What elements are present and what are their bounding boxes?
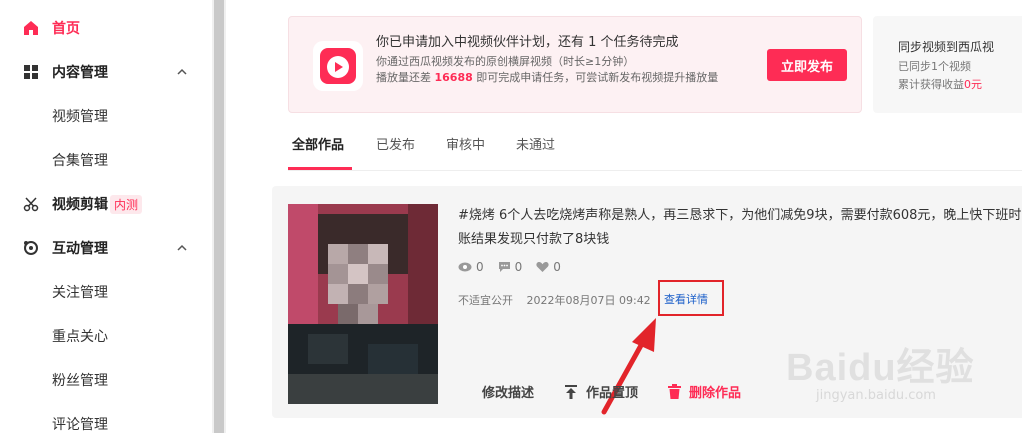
sidebar-item-label: 合集管理 <box>52 153 108 169</box>
nav-home[interactable]: 首页 <box>0 6 212 50</box>
tab-rejected[interactable]: 未通过 <box>516 134 555 153</box>
interaction-icon <box>22 239 40 257</box>
sidebar-item-follow-management[interactable]: 关注管理 <box>0 270 212 314</box>
views-stat: 0 <box>458 260 484 274</box>
tab-published[interactable]: 已发布 <box>376 134 415 153</box>
sync-title: 同步视频到西瓜视 <box>898 40 995 54</box>
nav-home-label: 首页 <box>52 21 80 37</box>
earnings-label: 累计获得收益 <box>898 78 964 91</box>
pin-top-icon <box>565 384 578 399</box>
nav-content-label: 内容管理 <box>52 65 108 81</box>
comment-icon <box>498 262 510 272</box>
video-actions: 修改描述 作品置顶 删除作品 <box>482 382 771 401</box>
scissors-icon <box>22 195 40 213</box>
tabs-divider <box>288 170 1022 171</box>
beta-badge: 内测 <box>110 194 143 214</box>
sidebar-item-fans-management[interactable]: 粉丝管理 <box>0 358 212 402</box>
sidebar-item-comment-management[interactable]: 评论管理 <box>0 402 212 433</box>
banner-description: 你通过西瓜视频发布的原创横屏视频（时长≥1分钟） <box>376 55 635 68</box>
pin-work-button[interactable]: 作品置顶 <box>564 382 638 401</box>
home-icon <box>22 19 40 37</box>
sidebar-item-label: 重点关心 <box>52 329 108 345</box>
baidu-jingyan-watermark: Baidu经验 jingyan.baidu.com <box>786 336 975 403</box>
delete-work-button[interactable]: 删除作品 <box>668 382 741 401</box>
visibility-status: 不适宜公开 <box>458 294 513 307</box>
chevron-up-icon[interactable] <box>176 242 188 254</box>
sync-xigua-banner[interactable]: 同步视频到西瓜视 已同步1个视频 累计获得收益0元 <box>873 16 1022 113</box>
sidebar-item-video-management[interactable]: 视频管理 <box>0 94 212 138</box>
nav-interaction-management[interactable]: 互动管理 <box>0 226 212 270</box>
nav-editing-label: 视频剪辑 <box>52 197 108 213</box>
grid-icon <box>22 63 40 81</box>
sidebar-item-key-concern[interactable]: 重点关心 <box>0 314 212 358</box>
nav-interaction-label: 互动管理 <box>52 241 108 257</box>
partner-plan-banner: 你已申请加入中视频伙伴计划，还有 1 个任务待完成 你通过西瓜视频发布的原创横屏… <box>288 16 862 113</box>
watermark-url: jingyan.baidu.com <box>816 388 936 403</box>
sidebar-scrollbar-thumb[interactable] <box>214 0 224 433</box>
sidebar: 首页 内容管理 视频管理 合集管理 视频剪辑 内测 互动管理 关注管理 重点关心… <box>0 0 212 433</box>
chevron-up-icon[interactable] <box>176 66 188 78</box>
main-content: 你已申请加入中视频伙伴计划，还有 1 个任务待完成 你通过西瓜视频发布的原创横屏… <box>226 0 1022 433</box>
likes-stat: 0 <box>536 260 561 274</box>
video-title[interactable]: #烧烤 6个人去吃烧烤声称是熟人，再三恳求下，为他们减免9块，需要付款608元，… <box>458 204 1022 252</box>
pin-work-label: 作品置顶 <box>586 386 639 401</box>
remaining-plays: 16688 <box>434 71 473 84</box>
sync-earnings: 累计获得收益0元 <box>898 76 982 92</box>
video-thumbnail[interactable] <box>288 204 438 404</box>
sidebar-item-label: 视频管理 <box>52 109 108 125</box>
publish-now-button[interactable]: 立即发布 <box>767 49 847 81</box>
comments-count: 0 <box>514 260 523 274</box>
tab-all-works[interactable]: 全部作品 <box>292 134 344 153</box>
edit-description-label: 修改描述 <box>482 386 535 401</box>
video-meta: 不适宜公开 2022年08月07日 09:42 <box>458 292 651 308</box>
sidebar-item-collection-management[interactable]: 合集管理 <box>0 138 212 182</box>
heart-icon <box>536 261 549 272</box>
progress-suffix: 即可完成申请任务，可尝试新发布视频提升播放量 <box>472 71 719 84</box>
sidebar-item-label: 评论管理 <box>52 417 108 433</box>
edit-description-button[interactable]: 修改描述 <box>482 382 534 401</box>
likes-count: 0 <box>553 260 561 274</box>
earnings-value: 0元 <box>964 78 982 91</box>
nav-video-editing[interactable]: 视频剪辑 内测 <box>0 182 212 226</box>
sync-count: 已同步1个视频 <box>898 60 971 73</box>
comments-stat: 0 <box>498 260 523 274</box>
video-stats: 0 0 0 <box>458 260 561 274</box>
banner-progress-text: 播放量还差 16688 即可完成申请任务，可尝试新发布视频提升播放量 <box>376 69 726 86</box>
watermark-logo: Baidu经验 <box>786 347 975 389</box>
xigua-logo-icon <box>313 41 363 91</box>
views-count: 0 <box>476 260 484 274</box>
delete-work-label: 删除作品 <box>689 386 742 401</box>
nav-content-management[interactable]: 内容管理 <box>0 50 212 94</box>
trash-icon <box>668 384 682 399</box>
tab-under-review[interactable]: 审核中 <box>446 134 485 153</box>
view-details-link[interactable]: 查看详情 <box>664 291 708 307</box>
eye-icon <box>458 262 472 272</box>
publish-date: 2022年08月07日 09:42 <box>526 294 651 307</box>
sidebar-item-label: 粉丝管理 <box>52 373 108 389</box>
progress-prefix: 播放量还差 <box>376 71 435 84</box>
banner-title: 你已申请加入中视频伙伴计划，还有 1 个任务待完成 <box>376 35 679 50</box>
sidebar-item-label: 关注管理 <box>52 285 108 301</box>
